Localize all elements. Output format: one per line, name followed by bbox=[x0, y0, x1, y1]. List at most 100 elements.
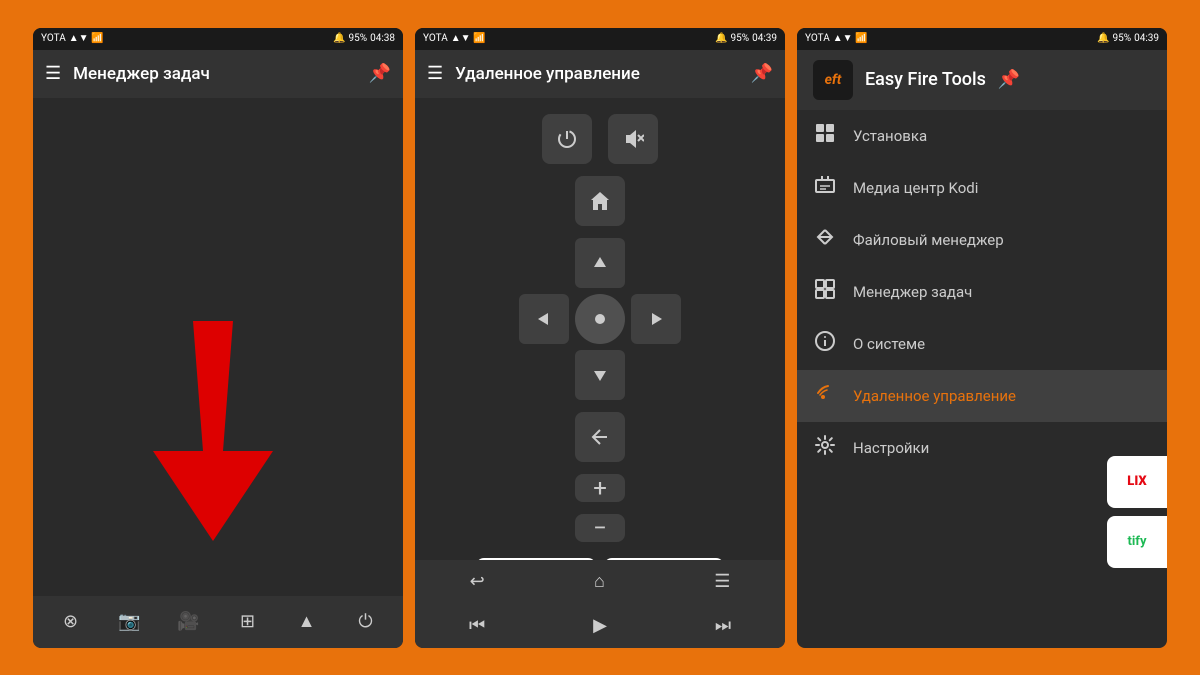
files-icon bbox=[813, 226, 837, 253]
tasks-icon bbox=[813, 278, 837, 305]
about-label: О системе bbox=[853, 335, 925, 353]
carrier-2: YOTA bbox=[423, 33, 448, 44]
pin-icon-1[interactable]: 📌 bbox=[369, 63, 391, 84]
menu-item-tasks[interactable]: Менеджер задач bbox=[797, 266, 1167, 318]
task-manager-content bbox=[33, 98, 403, 596]
partial-netflix-text: LIX bbox=[1127, 474, 1146, 489]
partial-apps: LIX tify bbox=[1107, 456, 1167, 568]
screen2-title: Удаленное управление bbox=[455, 64, 738, 84]
dpad-empty-tl bbox=[519, 238, 569, 288]
back-button[interactable] bbox=[575, 412, 625, 462]
red-arrow bbox=[113, 321, 313, 541]
time-2: 04:39 bbox=[752, 33, 777, 44]
dpad-center[interactable] bbox=[575, 294, 625, 344]
screen1-task-manager: YOTA ▲▼ 📶 🔔 95% 04:38 ☰ Менеджер задач 📌… bbox=[33, 28, 403, 648]
close-icon[interactable]: ⊗ bbox=[55, 606, 87, 638]
install-label: Установка bbox=[853, 127, 927, 145]
partial-netflix: LIX bbox=[1107, 456, 1167, 508]
nav-back-icon[interactable]: ↩ bbox=[470, 571, 485, 592]
power-mute-row bbox=[542, 114, 658, 164]
bell-icon-3: 🔔 bbox=[1097, 33, 1109, 44]
power-button[interactable] bbox=[542, 114, 592, 164]
fastforward-icon[interactable]: ⏭ bbox=[715, 615, 731, 636]
pin-icon-2[interactable]: 📌 bbox=[751, 63, 773, 84]
menu-item-remote[interactable]: Удаленное управление bbox=[797, 370, 1167, 422]
dpad bbox=[519, 238, 681, 400]
pin-icon-3[interactable]: 📌 bbox=[998, 69, 1020, 90]
navigation-bar: ↩ ⌂ ☰ bbox=[415, 560, 785, 604]
info-icon bbox=[813, 330, 837, 357]
remote-content: + − k KODI NETFLIX Disney+ bbox=[415, 98, 785, 560]
plus-label: + bbox=[593, 474, 607, 502]
bottom-toolbar-1: ⊗ 📷 🎥 ⊞ ▲ ⏻ bbox=[33, 596, 403, 648]
time-3: 04:39 bbox=[1134, 33, 1159, 44]
remote-menu-icon bbox=[813, 382, 837, 409]
upload-icon[interactable]: ▲ bbox=[291, 606, 323, 638]
minus-label: − bbox=[593, 514, 607, 542]
camera-icon[interactable]: 📷 bbox=[114, 606, 146, 638]
dpad-up[interactable] bbox=[575, 238, 625, 288]
screen3-sidebar: YOTA ▲▼ 📶 🔔 95% 04:39 eft Easy Fire Tool… bbox=[797, 28, 1167, 648]
files-label: Файловый менеджер bbox=[853, 231, 1004, 249]
top-bar-2: ☰ Удаленное управление 📌 bbox=[415, 50, 785, 98]
back-row bbox=[575, 412, 625, 462]
bell-icon-2: 🔔 bbox=[715, 33, 727, 44]
dpad-left[interactable] bbox=[519, 294, 569, 344]
volume-up-button[interactable]: + bbox=[575, 474, 625, 502]
app-logo: eft bbox=[813, 60, 853, 100]
status-right-1: 🔔 95% 04:38 bbox=[333, 33, 395, 44]
signal-2: ▲▼ 📶 bbox=[451, 33, 486, 44]
partial-spotify: tify bbox=[1107, 516, 1167, 568]
partial-spotify-text: tify bbox=[1127, 534, 1146, 549]
carrier-3: YOTA bbox=[805, 33, 830, 44]
bell-icon-1: 🔔 bbox=[333, 33, 345, 44]
carrier-1: YOTA bbox=[41, 33, 66, 44]
status-right-3: 🔔 95% 04:39 bbox=[1097, 33, 1159, 44]
battery-1: 95% bbox=[349, 33, 368, 44]
screenshot-icon[interactable]: ⊞ bbox=[232, 606, 264, 638]
status-left-2: YOTA ▲▼ 📶 bbox=[423, 33, 485, 44]
screen1-title: Менеджер задач bbox=[73, 64, 356, 84]
media-bar: ⏮ ▶ ⏭ bbox=[415, 604, 785, 648]
dpad-right[interactable] bbox=[631, 294, 681, 344]
dpad-down[interactable] bbox=[575, 350, 625, 400]
menu-item-files[interactable]: Файловый менеджер bbox=[797, 214, 1167, 266]
dpad-empty-tr bbox=[631, 238, 681, 288]
top-bar-1: ☰ Менеджер задач 📌 bbox=[33, 50, 403, 98]
hamburger-icon-1[interactable]: ☰ bbox=[45, 63, 61, 84]
home-row bbox=[575, 176, 625, 226]
play-icon[interactable]: ▶ bbox=[593, 615, 607, 636]
menu-item-kodi[interactable]: Медиа центр Kodi bbox=[797, 162, 1167, 214]
status-left-3: YOTA ▲▼ 📶 bbox=[805, 33, 867, 44]
menu-item-about[interactable]: О системе bbox=[797, 318, 1167, 370]
signal-3: ▲▼ 📶 bbox=[833, 33, 868, 44]
status-bar-3: YOTA ▲▼ 📶 🔔 95% 04:39 bbox=[797, 28, 1167, 50]
battery-2: 95% bbox=[731, 33, 750, 44]
install-icon bbox=[813, 122, 837, 149]
settings-icon bbox=[813, 434, 837, 461]
hamburger-icon-2[interactable]: ☰ bbox=[427, 63, 443, 84]
screen2-remote-control: YOTA ▲▼ 📶 🔔 95% 04:39 ☰ Удаленное управл… bbox=[415, 28, 785, 648]
signal-1: ▲▼ 📶 bbox=[69, 33, 104, 44]
time-1: 04:38 bbox=[370, 33, 395, 44]
sidebar-header: eft Easy Fire Tools 📌 bbox=[797, 50, 1167, 110]
menu-item-install[interactable]: Установка bbox=[797, 110, 1167, 162]
dpad-empty-br bbox=[631, 350, 681, 400]
nav-menu-icon[interactable]: ☰ bbox=[714, 571, 730, 592]
kodi-menu-label: Медиа центр Kodi bbox=[853, 179, 978, 197]
settings-label: Настройки bbox=[853, 439, 929, 457]
status-left-1: YOTA ▲▼ 📶 bbox=[41, 33, 103, 44]
home-button[interactable] bbox=[575, 176, 625, 226]
volume-down-button[interactable]: − bbox=[575, 514, 625, 542]
mute-button[interactable] bbox=[608, 114, 658, 164]
status-bar-1: YOTA ▲▼ 📶 🔔 95% 04:38 bbox=[33, 28, 403, 50]
battery-3: 95% bbox=[1113, 33, 1132, 44]
remote-label: Удаленное управление bbox=[853, 387, 1016, 405]
app-name: Easy Fire Tools bbox=[865, 69, 986, 90]
status-right-2: 🔔 95% 04:39 bbox=[715, 33, 777, 44]
power-icon-1[interactable]: ⏻ bbox=[350, 606, 382, 638]
kodi-menu-icon bbox=[813, 174, 837, 201]
rewind-icon[interactable]: ⏮ bbox=[469, 615, 485, 636]
video-icon[interactable]: 🎥 bbox=[173, 606, 205, 638]
nav-home-icon[interactable]: ⌂ bbox=[594, 571, 605, 592]
